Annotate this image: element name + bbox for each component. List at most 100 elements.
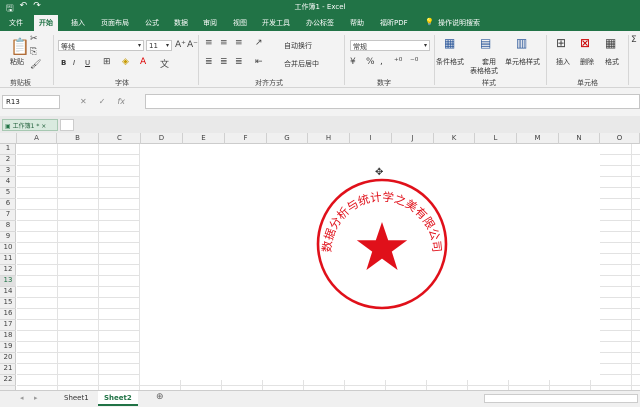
tab-page-layout[interactable]: 页面布局 [101, 18, 129, 28]
increase-font-icon[interactable]: A⁺ [175, 40, 186, 50]
row-header[interactable]: 18 [0, 331, 16, 342]
tab-formulas[interactable]: 公式 [145, 18, 159, 28]
tab-developer[interactable]: 开发工具 [262, 18, 290, 28]
row-header[interactable]: 9 [0, 232, 16, 243]
percent-icon[interactable]: % [366, 57, 375, 67]
align-bottom-icon[interactable]: ≡ [235, 38, 243, 48]
column-header[interactable]: A [17, 133, 57, 144]
horizontal-scrollbar[interactable] [484, 394, 638, 403]
cut-icon[interactable]: ✂ [30, 34, 38, 44]
comma-icon[interactable]: , [380, 57, 383, 67]
sheet-tab-sheet2[interactable]: Sheet2 [98, 391, 138, 406]
align-right-icon[interactable]: ≣ [235, 57, 243, 67]
scroll-right-icon[interactable]: ▸ [28, 391, 44, 406]
workbook-tab[interactable]: ▣ 工作簿1 * × [2, 119, 58, 131]
row-header[interactable]: 15 [0, 298, 16, 309]
conditional-format-icon[interactable]: ▦ [444, 36, 455, 50]
column-header[interactable]: F [225, 133, 267, 144]
align-left-icon[interactable]: ≣ [205, 57, 213, 67]
cell-styles-button[interactable]: 单元格样式 [505, 57, 540, 67]
insert-cells-icon[interactable]: ⊞ [556, 36, 566, 50]
select-all-corner[interactable] [0, 133, 17, 144]
conditional-format-button[interactable]: 条件格式 [436, 57, 464, 67]
tab-data[interactable]: 数据 [174, 18, 188, 28]
decrease-decimal-icon[interactable]: ⁻⁰ [410, 57, 418, 67]
confirm-icon[interactable]: ✓ [99, 97, 106, 106]
bold-button[interactable]: B [61, 59, 66, 67]
tab-tell-me[interactable]: 操作说明搜索 [438, 18, 480, 28]
row-header[interactable]: 12 [0, 265, 16, 276]
formula-input[interactable] [145, 94, 640, 109]
table-format-label[interactable]: 表格格式 [470, 66, 498, 76]
column-header[interactable]: B [57, 133, 99, 144]
align-middle-icon[interactable]: ≡ [220, 38, 228, 48]
tab-office-tab[interactable]: 办公标签 [306, 18, 334, 28]
row-header[interactable]: 22 [0, 375, 16, 386]
column-header[interactable]: L [475, 133, 517, 144]
column-header[interactable]: K [434, 133, 475, 144]
row-header[interactable]: 1 [0, 144, 16, 155]
column-header[interactable]: C [99, 133, 141, 144]
italic-button[interactable]: I [73, 59, 75, 67]
tab-home[interactable]: 开始 [34, 15, 58, 31]
row-header[interactable]: 5 [0, 188, 16, 199]
name-box[interactable]: R13 [2, 95, 60, 109]
column-header[interactable]: G [267, 133, 308, 144]
seal-stamp[interactable]: 数据分析与统计学之美有限公司 [312, 176, 452, 316]
align-center-icon[interactable]: ≣ [220, 57, 228, 67]
column-header[interactable]: I [350, 133, 392, 144]
column-header[interactable]: J [392, 133, 434, 144]
delete-cells-icon[interactable]: ⊠ [580, 36, 590, 50]
row-header[interactable]: 10 [0, 243, 16, 254]
format-cells-icon[interactable]: ▦ [605, 36, 616, 50]
font-size-select[interactable]: 11 ▾ [146, 40, 172, 51]
tab-help[interactable]: 帮助 [350, 18, 364, 28]
tab-foxit-pdf[interactable]: 福昕PDF [380, 18, 408, 28]
new-workbook-tab[interactable] [60, 119, 74, 131]
table-format-icon[interactable]: ▤ [480, 36, 491, 50]
orientation-icon[interactable]: ↗ [255, 38, 263, 48]
row-header[interactable]: 7 [0, 210, 16, 221]
row-header[interactable]: 3 [0, 166, 16, 177]
column-header[interactable]: M [517, 133, 559, 144]
border-icon[interactable]: ⊞ [103, 57, 111, 67]
row-header[interactable]: 16 [0, 309, 16, 320]
tell-me-icon[interactable]: 💡 [425, 18, 434, 26]
indent-icon[interactable]: ⇤ [255, 57, 263, 67]
tab-review[interactable]: 审阅 [203, 18, 217, 28]
row-header[interactable]: 17 [0, 320, 16, 331]
sheet-tab-sheet1[interactable]: Sheet1 [58, 391, 95, 406]
wrap-text-button[interactable]: 自动换行 [284, 41, 312, 51]
tab-view[interactable]: 视图 [233, 18, 247, 28]
format-painter-icon[interactable]: 🖌 [30, 60, 41, 70]
paste-button[interactable]: 粘贴 [10, 57, 24, 67]
cancel-icon[interactable]: ✕ [80, 97, 87, 106]
phonetic-icon[interactable]: 文 [160, 57, 169, 70]
row-header-selected[interactable]: 13 [0, 276, 16, 287]
row-header[interactable]: 14 [0, 287, 16, 298]
merge-center-button[interactable]: 合并后居中 [284, 59, 319, 69]
format-cells-button[interactable]: 格式 [605, 57, 619, 67]
tab-insert[interactable]: 插入 [71, 18, 85, 28]
number-format-select[interactable]: 常规 ▾ [350, 40, 430, 51]
font-color-icon[interactable]: A [140, 57, 146, 67]
row-header[interactable]: 11 [0, 254, 16, 265]
row-header[interactable]: 6 [0, 199, 16, 210]
column-header[interactable]: N [559, 133, 600, 144]
column-header[interactable]: O [600, 133, 640, 144]
insert-cells-button[interactable]: 插入 [556, 57, 570, 67]
font-name-select[interactable]: 等线 ▾ [58, 40, 144, 51]
column-header[interactable]: E [183, 133, 225, 144]
row-header[interactable]: 8 [0, 221, 16, 232]
row-header[interactable]: 20 [0, 353, 16, 364]
row-header[interactable]: 2 [0, 155, 16, 166]
delete-cells-button[interactable]: 删除 [580, 57, 594, 67]
underline-button[interactable]: U [85, 59, 90, 67]
decrease-font-icon[interactable]: A⁻ [187, 40, 198, 50]
close-icon[interactable]: × [41, 123, 46, 130]
column-header[interactable]: H [308, 133, 350, 144]
autosum-icon[interactable]: Σ [631, 35, 637, 45]
increase-decimal-icon[interactable]: ⁺⁰ [394, 57, 402, 67]
paste-icon[interactable]: 📋 [10, 37, 30, 56]
copy-icon[interactable]: ⎘ [30, 47, 37, 57]
